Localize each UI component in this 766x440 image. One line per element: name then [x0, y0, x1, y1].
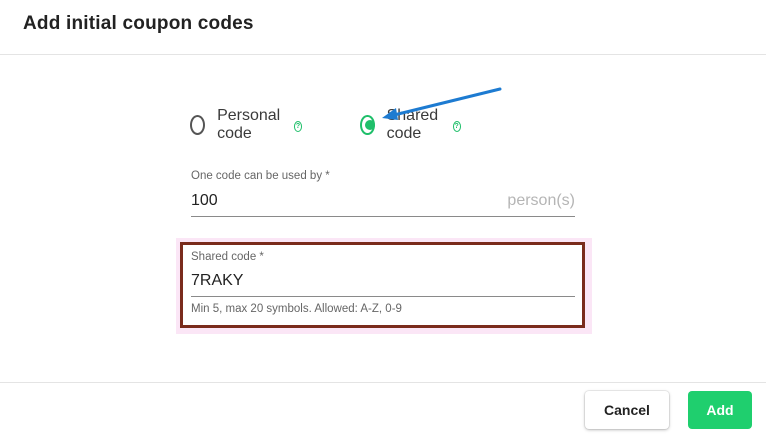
shared-code-underline	[191, 296, 575, 297]
shared-code-helper-text: Min 5, max 20 symbols. Allowed: A-Z, 0-9	[191, 303, 402, 315]
usage-limit-underline	[191, 216, 575, 217]
usage-limit-input[interactable]: 100	[191, 192, 218, 210]
usage-limit-label: One code can be used by *	[191, 170, 330, 182]
question-icon[interactable]: ?	[293, 120, 303, 132]
usage-limit-field[interactable]: One code can be used by * 100 person(s)	[191, 170, 575, 218]
shared-code-field[interactable]: Shared code * 7RAKY Min 5, max 20 symbol…	[191, 251, 575, 321]
annotation-arrow-icon	[382, 87, 502, 120]
usage-limit-suffix: person(s)	[507, 192, 575, 209]
radio-checked-icon[interactable]	[360, 115, 375, 135]
shared-code-input[interactable]: 7RAKY	[191, 272, 243, 290]
coupon-dialog: Add initial coupon codes Personal code ?…	[0, 0, 766, 440]
dialog-header: Add initial coupon codes	[0, 0, 766, 55]
dialog-title: Add initial coupon codes	[23, 13, 254, 34]
personal-code-radio[interactable]: Personal code ?	[190, 107, 303, 142]
personal-code-label[interactable]: Personal code	[217, 107, 288, 143]
cancel-button[interactable]: Cancel	[585, 391, 669, 429]
shared-code-field-label: Shared code *	[191, 251, 264, 263]
add-button[interactable]: Add	[688, 391, 752, 429]
radio-unchecked-icon[interactable]	[190, 115, 206, 135]
